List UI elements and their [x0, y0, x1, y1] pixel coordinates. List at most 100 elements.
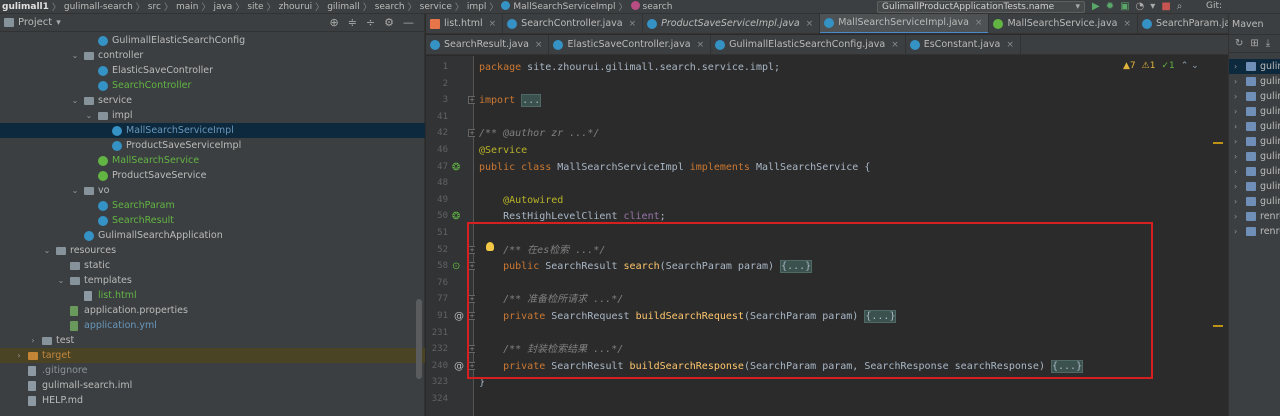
chevron-down-icon[interactable]: ⌄: [56, 273, 66, 288]
editor-tab[interactable]: SearchParam.java×: [1138, 14, 1228, 33]
tree-item[interactable]: gulimall-search.iml: [0, 378, 425, 393]
editor-tab[interactable]: ElasticSaveController.java ×: [549, 35, 712, 54]
maven-project-item[interactable]: › gulimall: [1229, 149, 1280, 164]
editor-tab[interactable]: MallSearchService.java ×: [989, 14, 1138, 33]
tree-item[interactable]: ⌄ templates: [0, 273, 425, 288]
collapse-all-icon[interactable]: ≑: [348, 16, 357, 29]
chevron-right-icon[interactable]: ›: [1234, 149, 1237, 164]
close-icon[interactable]: ×: [1006, 35, 1014, 54]
breadcrumb-item[interactable]: main: [174, 2, 201, 12]
chevron-right-icon[interactable]: ›: [1234, 74, 1237, 89]
inspection-widget[interactable]: ▲7 ⚠1 ✓1 ⌃ ⌄: [1123, 61, 1199, 71]
stop-icon[interactable]: ■: [1161, 1, 1170, 13]
editor-tab[interactable]: SearchResult.java ×: [426, 35, 550, 54]
tree-item[interactable]: static: [0, 258, 425, 273]
tree-item[interactable]: ⌄ resources: [0, 243, 425, 258]
hide-icon[interactable]: —: [403, 16, 414, 29]
breadcrumb-item[interactable]: service: [418, 2, 454, 12]
maven-project-item[interactable]: › gulimall: [1229, 179, 1280, 194]
breadcrumb-item[interactable]: site: [245, 2, 265, 12]
chevron-down-icon[interactable]: ⌄: [42, 243, 52, 258]
code-line[interactable]: public class MallSearchServiceImpl imple…: [479, 160, 870, 175]
build-icon[interactable]: ▾: [1150, 1, 1155, 13]
code-line[interactable]: package site.zhourui.gilimall.search.ser…: [479, 60, 780, 75]
annotation-icon[interactable]: @: [454, 309, 464, 324]
tree-item[interactable]: ⌄ vo: [0, 183, 425, 198]
tree-item[interactable]: application.yml: [0, 318, 425, 333]
spring-bean-icon[interactable]: ❂: [452, 209, 460, 224]
run-icon[interactable]: ▶: [1092, 1, 1100, 13]
search-everywhere-icon[interactable]: ⌕: [1177, 1, 1183, 13]
locate-icon[interactable]: ⊕: [329, 16, 338, 29]
maven-project-item[interactable]: › gulimall: [1229, 74, 1280, 89]
maven-project-item[interactable]: › gulimall: [1229, 164, 1280, 179]
close-icon[interactable]: ×: [1123, 14, 1131, 33]
maven-project-item[interactable]: › gulimall: [1229, 104, 1280, 119]
chevron-right-icon[interactable]: ›: [1234, 164, 1237, 179]
editor-tab[interactable]: GulimallElasticSearchConfig.java ×: [711, 35, 906, 54]
chevron-down-icon[interactable]: ⌄: [70, 183, 80, 198]
chevron-down-icon[interactable]: ⌄: [70, 93, 80, 108]
tree-item[interactable]: ⌄ impl: [0, 108, 425, 123]
tree-item[interactable]: ⌄ service: [0, 93, 425, 108]
editor-tab[interactable]: ProductSaveServiceImpl.java ×: [643, 14, 821, 33]
chevron-right-icon[interactable]: ›: [28, 333, 38, 348]
scrollbar[interactable]: [416, 299, 422, 379]
close-icon[interactable]: ×: [975, 14, 983, 33]
editor-tab[interactable]: EsConstant.java ×: [906, 35, 1021, 54]
maven-project-item[interactable]: › gulimall: [1229, 89, 1280, 104]
error-stripe-mark[interactable]: [1213, 142, 1223, 144]
close-icon[interactable]: ×: [891, 35, 899, 54]
breadcrumb-item[interactable]: zhourui: [277, 2, 315, 12]
chevron-right-icon[interactable]: ›: [1234, 134, 1237, 149]
tree-item[interactable]: ProductSaveService: [0, 168, 425, 183]
maven-project-item[interactable]: › renren: [1229, 209, 1280, 224]
close-icon[interactable]: ×: [697, 35, 705, 54]
tree-item[interactable]: ⌄ controller: [0, 48, 425, 63]
tree-item[interactable]: MallSearchServiceImpl: [0, 123, 425, 138]
chevron-right-icon[interactable]: ›: [1234, 104, 1237, 119]
override-icon[interactable]: ⊙: [452, 259, 460, 274]
tree-item[interactable]: GulimallSearchApplication: [0, 228, 425, 243]
code-line[interactable]: import ...: [479, 93, 542, 108]
tree-item[interactable]: GulimallElasticSearchConfig: [0, 33, 425, 48]
breadcrumb-item[interactable]: impl: [465, 2, 488, 12]
tree-item[interactable]: list.html: [0, 288, 425, 303]
chevron-right-icon[interactable]: ›: [1234, 59, 1237, 74]
chevron-down-icon[interactable]: ⌄: [84, 108, 94, 123]
tree-item[interactable]: .gitignore: [0, 363, 425, 378]
tree-item[interactable]: ElasticSaveController: [0, 63, 425, 78]
maven-project-item[interactable]: › gulimall: [1229, 59, 1280, 74]
tree-item[interactable]: ProductSaveServiceImpl: [0, 138, 425, 153]
error-stripe-mark[interactable]: [1213, 325, 1223, 327]
breadcrumb-item[interactable]: gulimall-search: [62, 2, 135, 12]
tree-item[interactable]: SearchController: [0, 78, 425, 93]
tree-item[interactable]: MallSearchService: [0, 153, 425, 168]
breadcrumb-item[interactable]: src: [146, 2, 163, 12]
chevron-right-icon[interactable]: ›: [1234, 224, 1237, 239]
spring-bean-icon[interactable]: ❂: [452, 160, 460, 175]
breadcrumb-item[interactable]: search: [629, 1, 675, 12]
maven-project-item[interactable]: › gulimall: [1229, 134, 1280, 149]
close-icon[interactable]: ×: [629, 14, 637, 33]
chevron-right-icon[interactable]: ›: [1234, 209, 1237, 224]
close-icon[interactable]: ×: [489, 14, 497, 33]
code-line[interactable]: @Service: [479, 143, 527, 158]
coverage-icon[interactable]: ▣: [1120, 1, 1129, 13]
breadcrumb-item[interactable]: gilimall: [325, 2, 362, 12]
editor-tab[interactable]: SearchController.java ×: [503, 14, 644, 33]
tree-item[interactable]: SearchResult: [0, 213, 425, 228]
maven-project-item[interactable]: › renren: [1229, 224, 1280, 239]
editor-tab[interactable]: list.html ×: [426, 14, 504, 33]
chevron-right-icon[interactable]: ›: [14, 348, 24, 363]
breadcrumb-item[interactable]: gulimall1: [0, 2, 51, 12]
code-line[interactable]: @Autowired: [479, 193, 563, 208]
chevron-right-icon[interactable]: ›: [1234, 119, 1237, 134]
tree-item[interactable]: SearchParam: [0, 198, 425, 213]
project-panel-title[interactable]: Project: [18, 17, 52, 28]
chevron-right-icon[interactable]: ›: [1234, 89, 1237, 104]
breadcrumb-item[interactable]: MallSearchServiceImpl: [499, 1, 617, 12]
annotation-icon[interactable]: @: [454, 359, 464, 374]
navigate-issues-icon[interactable]: ⌃ ⌄: [1181, 61, 1199, 71]
chevron-right-icon[interactable]: ›: [1234, 194, 1237, 209]
